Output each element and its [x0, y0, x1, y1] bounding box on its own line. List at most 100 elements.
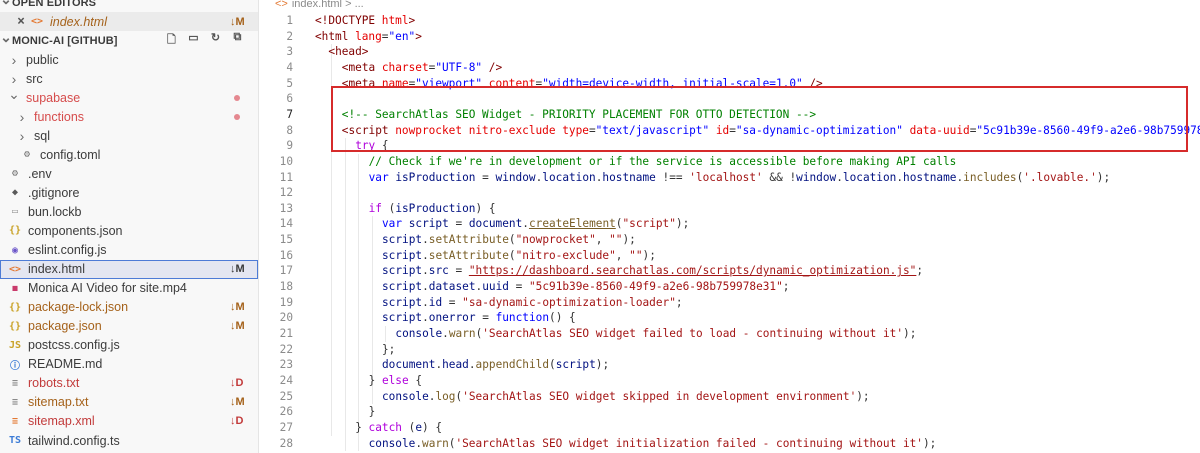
- code-text: script.setAttribute("nitro-exclude", "")…: [315, 249, 656, 262]
- code-line[interactable]: 2 <html lang="en">: [259, 29, 1200, 45]
- file-item-package-lock-json[interactable]: {} package-lock.json ↓M: [0, 298, 258, 317]
- code-line[interactable]: 10 // Check if we're in development or if…: [259, 154, 1200, 170]
- code-token: 'SearchAtlas SEO widget initialization f…: [455, 436, 923, 450]
- code-line[interactable]: 1 <!DOCTYPE html>: [259, 13, 1200, 29]
- code-line[interactable]: 20 script.onerror = function() {: [259, 310, 1200, 326]
- breadcrumb[interactable]: <> index.html > ...: [259, 0, 1200, 12]
- code-token: lang: [355, 29, 382, 43]
- file-item-components-json[interactable]: {} components.json: [0, 221, 258, 240]
- code-line[interactable]: 14 var script = document.createElement("s…: [259, 216, 1200, 232]
- folder-item-src[interactable]: src: [0, 69, 258, 88]
- code-line[interactable]: 11 var isProduction = window.location.hos…: [259, 170, 1200, 186]
- code-token: "nowprocket": [515, 233, 596, 247]
- code-text: script.src = "https://dashboard.searchat…: [315, 264, 923, 277]
- code-line[interactable]: 12: [259, 185, 1200, 201]
- code-token: );: [675, 217, 690, 231]
- code-token: script: [382, 233, 423, 247]
- code-token: =: [448, 264, 469, 278]
- file-item-monica-ai-video-for-site-mp4[interactable]: ◼ Monica AI Video for site.mp4: [0, 279, 258, 298]
- code-token: .: [422, 295, 429, 309]
- code-token: .: [442, 327, 449, 340]
- folder-item-sql[interactable]: sql: [0, 126, 258, 145]
- open-editor-item[interactable]: × <> index.html ↓M: [0, 12, 258, 31]
- file-item-package-json[interactable]: {} package.json ↓M: [0, 317, 258, 336]
- code-line[interactable]: 9 try {: [259, 138, 1200, 154]
- code-editor[interactable]: 1 <!DOCTYPE html> 2 <html lang="en"> 3 <head>…: [259, 12, 1200, 453]
- file-item-config-toml[interactable]: ⚙ config.toml: [0, 145, 258, 164]
- collapse-all-icon[interactable]: ⧉: [231, 31, 244, 50]
- file-name-label: .gitignore: [28, 185, 80, 200]
- file-item-robots-txt[interactable]: ≡ robots.txt ↓D: [0, 374, 258, 393]
- code-line[interactable]: 5 <meta name="viewport" content="width=de…: [259, 76, 1200, 92]
- line-number: 1: [286, 14, 293, 27]
- refresh-icon[interactable]: ↻: [209, 31, 222, 50]
- code-line[interactable]: 26}: [259, 404, 1200, 420]
- code-token: isProduction: [395, 201, 476, 215]
- file-item-index-html[interactable]: <> index.html ↓M: [0, 259, 258, 279]
- file-name-label: sql: [34, 128, 50, 143]
- code-line[interactable]: 7 <!-- SearchAtlas SEO Widget - PRIORITY …: [259, 107, 1200, 123]
- code-text: }: [315, 405, 376, 418]
- code-line[interactable]: 28 console.warn('SearchAtlas SEO widget i…: [259, 436, 1200, 452]
- code-line[interactable]: 23 document.head.appendChild(script);: [259, 357, 1200, 373]
- workspace-header[interactable]: MONIC-AI [GITHUB] 🗋 ▭ ↻ ⧉: [0, 31, 258, 50]
- line-number: 26: [279, 405, 293, 419]
- code-token: "script": [622, 217, 676, 231]
- code-token: head: [442, 358, 469, 372]
- file-item-eslint-config-js[interactable]: ◉ eslint.config.js: [0, 241, 258, 260]
- code-line[interactable]: 8 <script nowprocket nitro-exclude type="…: [259, 123, 1200, 139]
- code-line[interactable]: 25 console.log('SearchAtlas SEO widget sk…: [259, 389, 1200, 405]
- folder-item-functions[interactable]: functions: [0, 107, 258, 126]
- line-number: 28: [279, 436, 293, 450]
- folder-item-supabase[interactable]: supabase: [0, 88, 258, 107]
- code-token: name: [381, 76, 409, 90]
- code-line[interactable]: 16 script.setAttribute("nitro-exclude", "…: [259, 248, 1200, 264]
- file-item-gitignore[interactable]: ◆ .gitignore: [0, 183, 258, 202]
- code-line[interactable]: 21 console.warn('SearchAtlas SEO widget f…: [259, 326, 1200, 342]
- code-token: );: [1096, 170, 1111, 184]
- close-icon[interactable]: ×: [14, 14, 28, 29]
- open-editors-header[interactable]: OPEN EDITORS: [0, 0, 258, 12]
- code-text: script.dataset.uuid = "5c91b39e-8560-49f…: [315, 280, 789, 293]
- line-number: 23: [279, 358, 293, 372]
- code-token: <meta: [341, 76, 382, 90]
- file-item-sitemap-txt[interactable]: ≡ sitemap.txt ↓M: [0, 393, 258, 412]
- code-line[interactable]: 22};: [259, 342, 1200, 358]
- file-item-bun-lockb[interactable]: ▭ bun.lockb: [0, 202, 258, 221]
- file-type-icon: JS: [8, 339, 22, 351]
- file-item-postcss-config-js[interactable]: JS postcss.config.js: [0, 336, 258, 355]
- code-line[interactable]: 15 script.setAttribute("nowprocket", "");: [259, 232, 1200, 248]
- code-line[interactable]: 6: [259, 91, 1200, 107]
- workspace-actions: 🗋 ▭ ↻ ⧉: [165, 31, 244, 50]
- new-file-icon[interactable]: 🗋: [165, 31, 178, 50]
- code-line[interactable]: 13 if (isProduction) {: [259, 201, 1200, 217]
- code-token: >: [415, 29, 422, 43]
- file-type-icon: ≡: [11, 415, 19, 427]
- code-line[interactable]: 3 <head>: [259, 44, 1200, 60]
- code-token: uuid: [482, 280, 509, 294]
- code-line[interactable]: 4 <meta charset="UTF-8" />: [259, 60, 1200, 76]
- line-number: 17: [279, 264, 293, 278]
- open-editors-title: OPEN EDITORS: [12, 0, 97, 9]
- new-folder-icon[interactable]: ▭: [187, 31, 200, 50]
- file-item-env[interactable]: ⚙ .env: [0, 164, 258, 183]
- breadcrumb-file[interactable]: index.html: [292, 0, 342, 10]
- code-token: }: [355, 420, 369, 434]
- file-item-tailwind-config-ts[interactable]: TS tailwind.config.ts: [0, 431, 258, 450]
- file-item-sitemap-xml[interactable]: ≡ sitemap.xml ↓D: [0, 412, 258, 431]
- folder-item-public[interactable]: public: [0, 50, 258, 69]
- code-token: location: [542, 170, 596, 184]
- file-item-readme-md[interactable]: ⓘ README.md: [0, 355, 258, 374]
- code-line[interactable]: 19 script.id = "sa-dynamic-optimization-l…: [259, 295, 1200, 311]
- code-token: '.lovable.': [1023, 170, 1097, 184]
- code-line[interactable]: 18 script.dataset.uuid = "5c91b39e-8560-4…: [259, 279, 1200, 295]
- file-name-label: functions: [34, 109, 85, 124]
- code-line[interactable]: 17 script.src = "https://dashboard.search…: [259, 263, 1200, 279]
- code-text: console.log('SearchAtlas SEO widget skip…: [315, 390, 870, 403]
- file-name-label: package-lock.json: [28, 300, 129, 315]
- code-token: />: [482, 60, 503, 74]
- breadcrumb-rest[interactable]: ...: [355, 0, 364, 10]
- code-line[interactable]: 24} else {: [259, 373, 1200, 389]
- code-line[interactable]: 27} catch (e) {: [259, 420, 1200, 436]
- git-status-badge: ↓M: [230, 263, 245, 276]
